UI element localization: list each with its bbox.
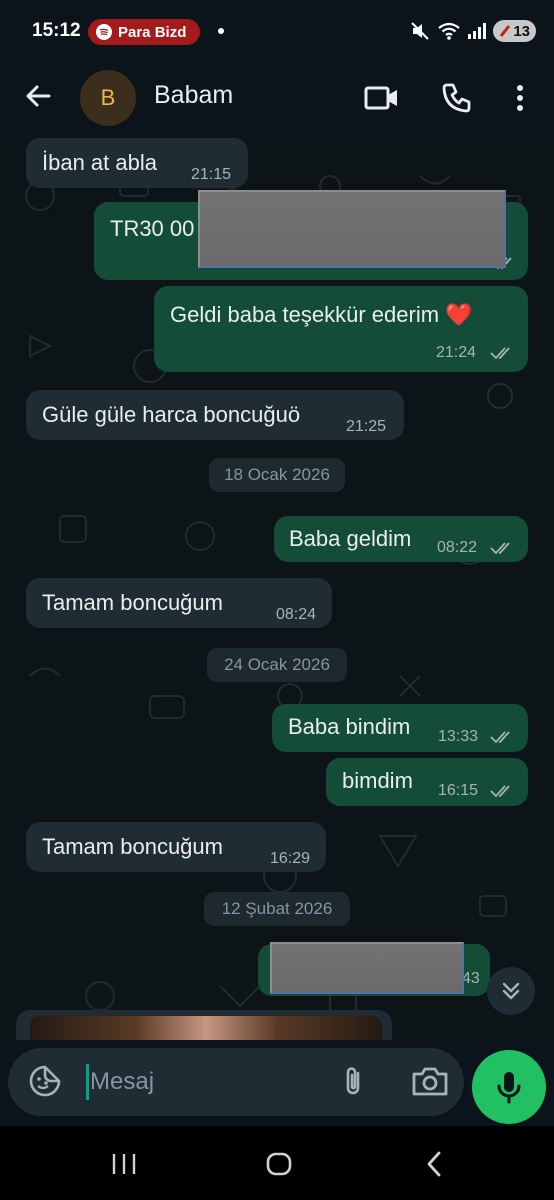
- message-bubble-incoming[interactable]: Tamam boncuğum 08:24: [26, 578, 332, 628]
- message-time: 08:22: [437, 539, 478, 556]
- attach-icon[interactable]: [336, 1064, 372, 1100]
- message-text: Tamam boncuğum: [42, 590, 223, 615]
- status-time: 15:12: [32, 20, 81, 41]
- message-time: 21:25: [346, 418, 387, 435]
- voice-call-button[interactable]: [436, 78, 476, 118]
- message-bubble-incoming[interactable]: İban at abla 21:15: [26, 138, 248, 188]
- media-thumbnail[interactable]: [30, 1016, 382, 1040]
- back-chevron-icon: [427, 1151, 441, 1177]
- video-call-button[interactable]: [362, 78, 402, 118]
- message-input-container[interactable]: Mesaj: [8, 1048, 464, 1116]
- message-bubble-outgoing[interactable]: Geldi baba teşekkür ederim ❤️ 21:24: [154, 286, 528, 372]
- notification-dot: [218, 28, 224, 34]
- date-separator: 12 Şubat 2026: [204, 892, 350, 926]
- message-time: 08:24: [276, 606, 317, 623]
- message-bubble-outgoing[interactable]: Baba geldim 08:22: [274, 516, 528, 562]
- double-chevron-down-icon: [502, 982, 520, 1000]
- message-text: TR30 00: [110, 216, 195, 241]
- date-separator: 18 Ocak 2026: [209, 458, 345, 492]
- message-text: Güle güle harca boncuğuö: [42, 402, 301, 427]
- battery-indicator: 13: [493, 20, 536, 42]
- message-input[interactable]: Mesaj: [90, 1068, 154, 1096]
- message-bubble-outgoing[interactable]: Baba bindim 13:33: [272, 704, 528, 752]
- status-bar: 15:12 Para Bizd 13: [0, 0, 554, 62]
- avatar[interactable]: B: [80, 70, 136, 126]
- camera-icon[interactable]: [410, 1064, 450, 1100]
- recent-apps-button[interactable]: [104, 1144, 144, 1184]
- voice-record-button[interactable]: [472, 1050, 546, 1124]
- message-bubble-incoming[interactable]: Tamam boncuğum 16:29: [26, 822, 326, 872]
- system-nav-bar: [0, 1126, 554, 1200]
- text-cursor: [86, 1064, 89, 1100]
- phone-icon: [442, 83, 471, 113]
- composer-bar: Mesaj: [0, 1040, 554, 1126]
- message-text: Geldi baba teşekkür ederim ❤️: [170, 302, 473, 327]
- microphone-icon: [497, 1072, 521, 1104]
- read-receipt-icon: [490, 347, 510, 360]
- sticker-emoji-icon[interactable]: [28, 1064, 62, 1098]
- chat-area[interactable]: İban at abla 21:15 TR30 00 Geldi baba te…: [0, 136, 554, 1040]
- more-options-button[interactable]: [500, 78, 540, 118]
- redaction-box: [198, 190, 506, 268]
- message-text: Baba bindim: [288, 714, 411, 739]
- contact-name[interactable]: Babam: [154, 81, 233, 110]
- message-time: 16:29: [270, 850, 311, 867]
- media-pill-label: Para Bizd: [118, 23, 187, 41]
- status-icons: 13: [409, 20, 536, 42]
- more-vert-icon: [517, 85, 523, 111]
- recent-apps-icon: [112, 1154, 136, 1174]
- signal-icon: [468, 23, 487, 39]
- read-receipt-icon: [490, 731, 510, 744]
- home-icon: [266, 1152, 292, 1176]
- message-time: 21:15: [191, 166, 232, 183]
- chat-header: B Babam: [0, 62, 554, 136]
- read-receipt-icon: [490, 785, 510, 798]
- back-button[interactable]: [20, 78, 56, 114]
- wifi-icon: [438, 22, 460, 40]
- spotify-icon: [96, 24, 112, 40]
- message-time: 13:33: [438, 728, 479, 745]
- battery-level: 13: [513, 22, 530, 40]
- message-time: 43: [462, 970, 480, 987]
- redaction-box: [270, 942, 464, 994]
- message-text: Baba geldim: [289, 526, 412, 551]
- read-receipt-icon: [490, 542, 510, 555]
- battery-saver-icon: [500, 25, 511, 37]
- message-time: 21:24: [436, 344, 477, 361]
- back-arrow-icon: [26, 85, 51, 107]
- video-call-icon: [364, 86, 397, 110]
- message-bubble-incoming[interactable]: Güle güle harca boncuğuö 21:25: [26, 390, 404, 440]
- date-separator: 24 Ocak 2026: [207, 648, 347, 682]
- home-button[interactable]: [259, 1144, 299, 1184]
- scroll-to-bottom-button[interactable]: [487, 967, 535, 1015]
- message-text: İban at abla: [42, 150, 157, 175]
- message-text: bimdim: [342, 768, 413, 793]
- back-nav-button[interactable]: [414, 1144, 454, 1184]
- message-text: Tamam boncuğum: [42, 834, 223, 859]
- message-time: 16:15: [438, 782, 479, 799]
- message-bubble-outgoing[interactable]: bimdim 16:15: [326, 758, 528, 806]
- media-pill[interactable]: Para Bizd: [88, 19, 200, 45]
- mute-icon: [411, 22, 430, 40]
